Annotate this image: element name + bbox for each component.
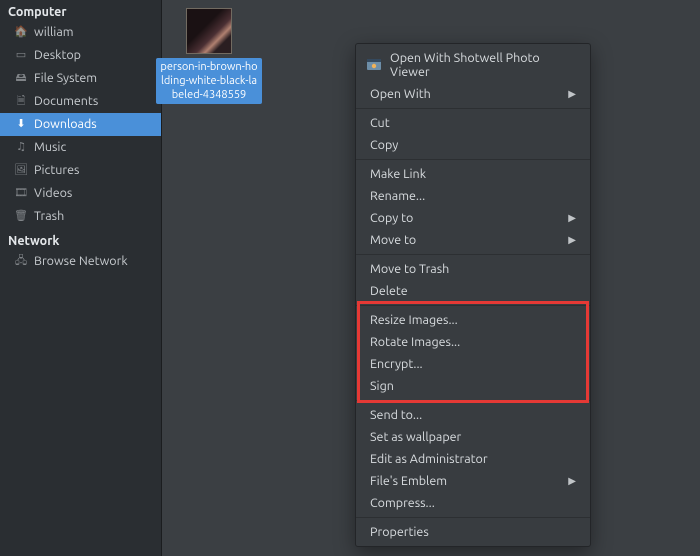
downloads-icon: ⬇ [14,118,28,132]
menu-copy-to[interactable]: Copy to ▶ [356,207,590,229]
menu-label: Set as wallpaper [370,430,461,444]
menu-open-with[interactable]: Open With ▶ [356,83,590,105]
sidebar-item-videos[interactable]: 🎞 Videos [0,182,161,205]
sidebar-group-network-header: Network [0,232,161,250]
menu-delete[interactable]: Delete [356,280,590,302]
sidebar-group-computer-header: Computer [0,3,161,21]
menu-label: Send to... [370,408,422,422]
menu-label: Sign [370,379,394,393]
menu-copy[interactable]: Copy [356,134,590,156]
trash-icon: 🗑 [14,210,28,224]
menu-label: Move to [370,233,416,247]
sidebar-item-label: Desktop [34,47,81,64]
menu-label: Properties [370,525,429,539]
menu-move-to-trash[interactable]: Move to Trash [356,258,590,280]
menu-separator [356,159,590,160]
sidebar-item-label: Music [34,139,66,156]
menu-label: Open With [370,87,431,101]
sidebar-item-label: Browse Network [34,253,128,270]
sidebar-item-pictures[interactable]: 🖼 Pictures [0,159,161,182]
menu-label: Move to Trash [370,262,449,276]
network-icon: 🖧 [14,255,28,269]
drive-icon: 🖴 [14,72,28,86]
menu-compress[interactable]: Compress... [356,492,590,514]
menu-label: Open With Shotwell Photo Viewer [390,51,576,79]
context-menu: Open With Shotwell Photo Viewer Open Wit… [355,43,591,547]
sidebar-item-label: Documents [34,93,98,110]
sidebar-item-label: File System [34,70,97,87]
menu-separator [356,305,590,306]
chevron-right-icon: ▶ [568,212,576,224]
desktop-icon: ▭ [14,49,28,63]
menu-files-emblem[interactable]: File's Emblem ▶ [356,470,590,492]
file-thumbnail[interactable] [186,8,232,54]
menu-rotate-images[interactable]: Rotate Images... [356,331,590,353]
home-icon: 🏠 [14,26,28,40]
menu-label: Edit as Administrator [370,452,488,466]
menu-label: Resize Images... [370,313,458,327]
menu-label: Delete [370,284,408,298]
sidebar-item-downloads[interactable]: ⬇ Downloads [0,113,161,136]
chevron-right-icon: ▶ [568,234,576,246]
chevron-right-icon: ▶ [568,475,576,487]
menu-separator [356,254,590,255]
sidebar-item-browse-network[interactable]: 🖧 Browse Network [0,250,161,273]
music-icon: ♫ [14,141,28,155]
sidebar-item-label: Trash [34,208,64,225]
menu-make-link[interactable]: Make Link [356,163,590,185]
menu-separator [356,517,590,518]
menu-resize-images[interactable]: Resize Images... [356,309,590,331]
documents-icon: 🗎 [14,95,28,109]
sidebar-item-label: william [34,24,74,41]
sidebar-item-label: Videos [34,185,72,202]
menu-separator [356,108,590,109]
file-pane[interactable]: person-in-brown-holding-white-black-labe… [162,0,700,556]
file-label: person-in-brown-holding-white-black-labe… [156,58,262,104]
videos-icon: 🎞 [14,187,28,201]
menu-label: Copy [370,138,398,152]
menu-separator [356,400,590,401]
menu-label: File's Emblem [370,474,447,488]
menu-properties[interactable]: Properties [356,521,590,543]
sidebar-item-trash[interactable]: 🗑 Trash [0,205,161,228]
menu-rename[interactable]: Rename... [356,185,590,207]
menu-edit-as-admin[interactable]: Edit as Administrator [356,448,590,470]
menu-label: Compress... [370,496,435,510]
menu-sign[interactable]: Sign [356,375,590,397]
app-shotwell-icon [366,57,382,73]
sidebar-item-label: Pictures [34,162,79,179]
menu-open-with-shotwell[interactable]: Open With Shotwell Photo Viewer [356,47,590,83]
chevron-right-icon: ▶ [568,88,576,100]
menu-label: Rename... [370,189,425,203]
menu-label: Encrypt... [370,357,423,371]
menu-set-as-wallpaper[interactable]: Set as wallpaper [356,426,590,448]
sidebar-item-home[interactable]: 🏠 william [0,21,161,44]
pictures-icon: 🖼 [14,164,28,178]
menu-label: Make Link [370,167,426,181]
sidebar-item-music[interactable]: ♫ Music [0,136,161,159]
menu-label: Copy to [370,211,413,225]
menu-label: Cut [370,116,390,130]
menu-label: Rotate Images... [370,335,460,349]
sidebar-item-filesystem[interactable]: 🖴 File System [0,67,161,90]
menu-cut[interactable]: Cut [356,112,590,134]
sidebar-item-label: Downloads [34,116,97,133]
sidebar: Computer 🏠 william ▭ Desktop 🖴 File Syst… [0,0,162,556]
file-item[interactable]: person-in-brown-holding-white-black-labe… [156,8,262,104]
sidebar-item-desktop[interactable]: ▭ Desktop [0,44,161,67]
sidebar-item-documents[interactable]: 🗎 Documents [0,90,161,113]
menu-move-to[interactable]: Move to ▶ [356,229,590,251]
menu-encrypt[interactable]: Encrypt... [356,353,590,375]
menu-send-to[interactable]: Send to... [356,404,590,426]
